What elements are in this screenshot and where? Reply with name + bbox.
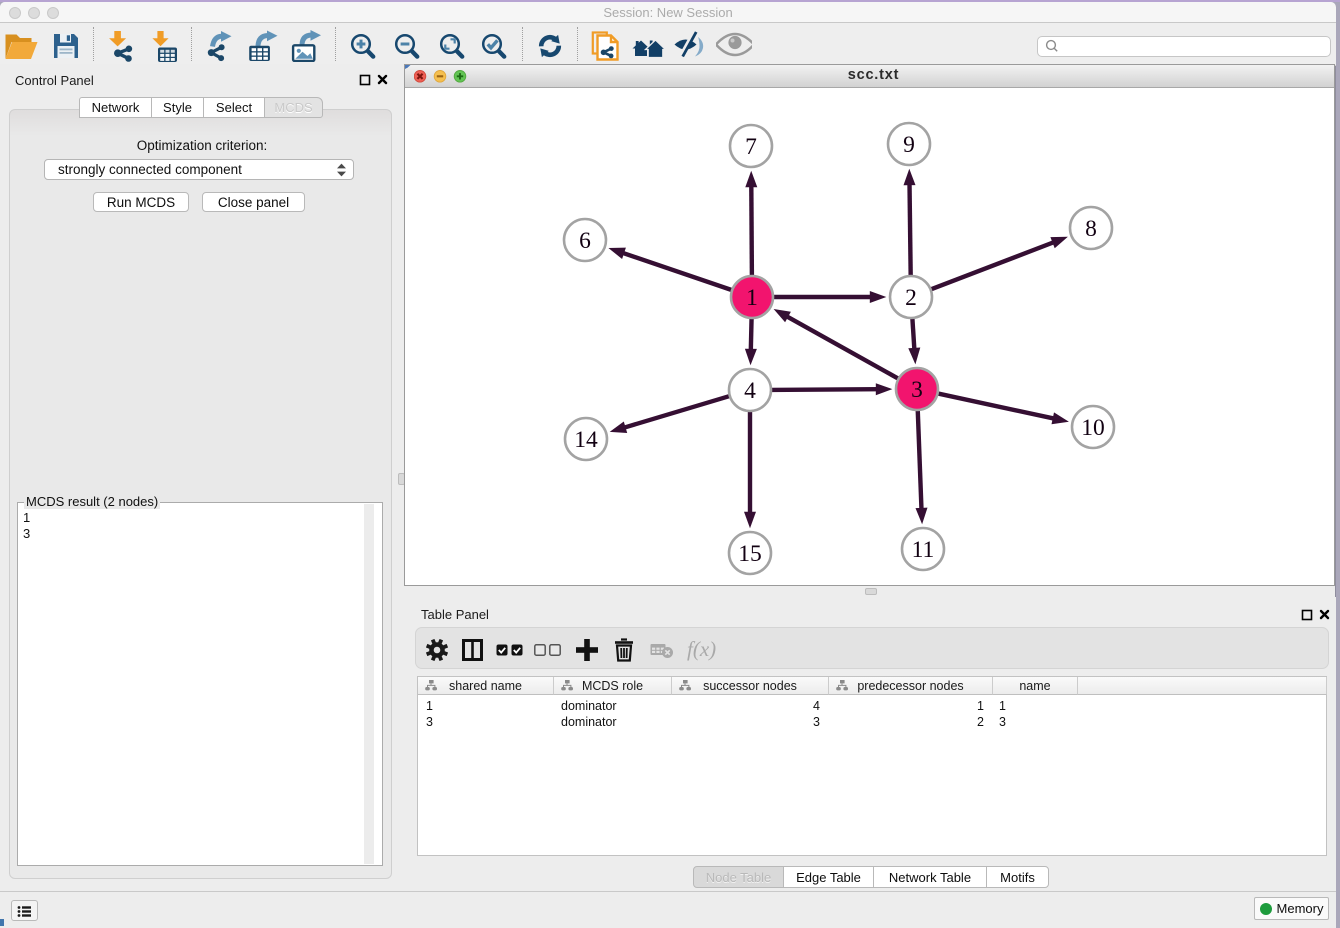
svg-text:3: 3 <box>911 377 923 403</box>
svg-text:4: 4 <box>744 378 756 404</box>
svg-text:10: 10 <box>1081 415 1105 441</box>
svg-text:9: 9 <box>903 132 915 158</box>
svg-text:1: 1 <box>746 285 758 311</box>
svg-text:6: 6 <box>579 228 591 254</box>
svg-text:11: 11 <box>912 537 935 563</box>
svg-text:8: 8 <box>1085 216 1097 242</box>
svg-text:2: 2 <box>905 285 917 311</box>
svg-text:15: 15 <box>738 541 762 567</box>
svg-text:14: 14 <box>574 427 598 453</box>
svg-text:7: 7 <box>745 134 757 160</box>
